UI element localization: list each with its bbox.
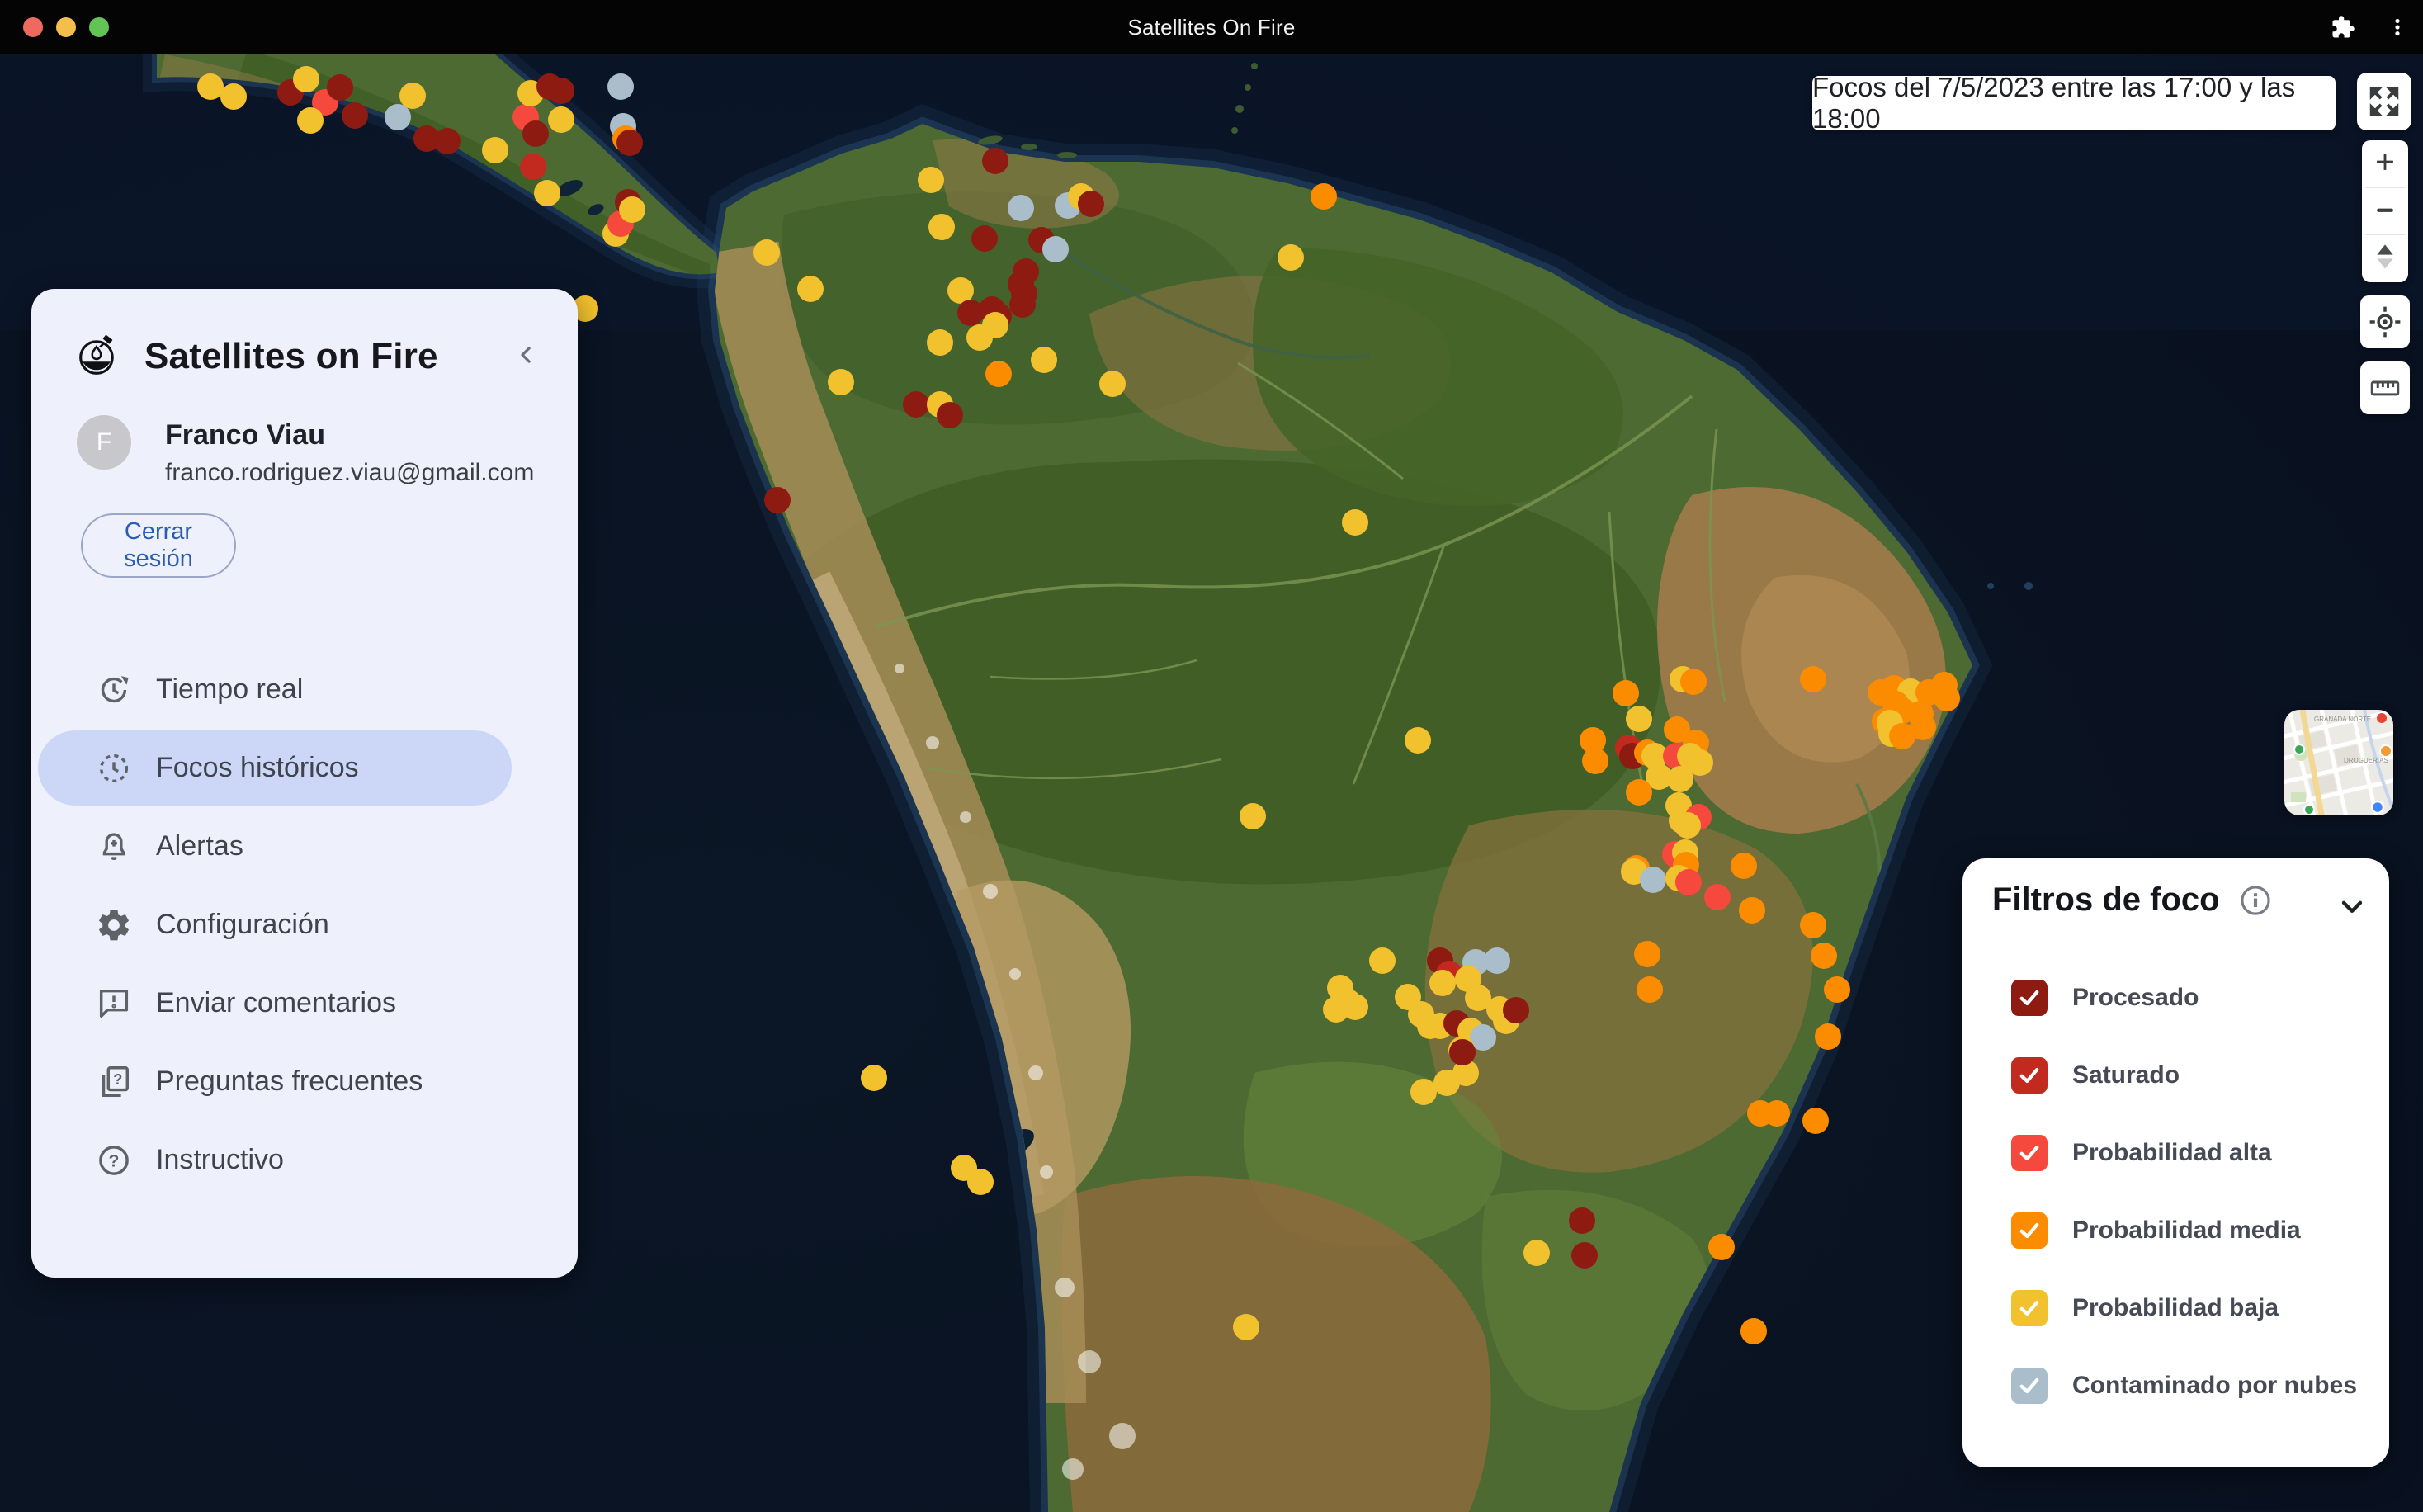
sidebar-item-preguntas-frecuentes[interactable]: ? Preguntas frecuentes <box>31 1042 578 1121</box>
filter-checkbox[interactable] <box>2011 1057 2048 1094</box>
fullscreen-icon <box>2365 83 2403 120</box>
filter-row-probabilidad-alta: Probabilidad alta <box>1962 1114 2389 1192</box>
my-location-icon <box>2368 305 2402 339</box>
filter-label: Procesado <box>2072 984 2199 1012</box>
realtime-clock-icon <box>95 671 133 709</box>
filter-checkbox[interactable] <box>2011 1212 2048 1249</box>
sidebar-item-configuraci-n[interactable]: Configuración <box>31 886 578 964</box>
filter-checkbox[interactable] <box>2011 1135 2048 1171</box>
filter-checkbox[interactable] <box>2011 980 2048 1016</box>
measure-distance-button[interactable] <box>2360 361 2410 414</box>
filter-row-probabilidad-media: Probabilidad media <box>1962 1192 2389 1269</box>
filter-label: Saturado <box>2072 1061 2180 1089</box>
zoom-out-button[interactable] <box>2362 188 2408 235</box>
sidebar-panel: Satellites on Fire F Franco Viau franco.… <box>31 289 578 1278</box>
history-clock-icon <box>95 749 133 787</box>
user-name: Franco Viau <box>165 419 325 451</box>
date-range-label: Focos del 7/5/2023 entre las 17:00 y las… <box>1812 76 2336 130</box>
sidebar-item-label: Alertas <box>156 830 243 862</box>
filter-checkbox[interactable] <box>2011 1368 2048 1404</box>
filters-title: Filtros de foco <box>1992 881 2220 919</box>
minus-icon <box>2371 196 2399 228</box>
filter-label: Probabilidad baja <box>2072 1294 2279 1322</box>
collapse-sidebar-button[interactable] <box>512 340 541 370</box>
sidebar-item-enviar-comentarios[interactable]: Enviar comentarios <box>31 964 578 1042</box>
info-icon[interactable] <box>2238 883 2273 918</box>
sidebar-item-label: Tiempo real <box>156 673 303 706</box>
my-location-button[interactable] <box>2360 295 2410 348</box>
window-titlebar: Satellites On Fire <box>0 0 2423 54</box>
fullscreen-button[interactable] <box>2357 73 2411 130</box>
filters-list: Procesado Saturado Probabilidad alta Probab… <box>1962 959 2389 1425</box>
sidebar-item-focos-hist-ricos[interactable]: Focos históricos <box>31 729 578 807</box>
gear-icon <box>95 906 133 944</box>
filter-label: Probabilidad media <box>2072 1217 2301 1245</box>
sidebar-item-label: Configuración <box>156 909 329 941</box>
help-circle-icon: ? <box>95 1141 133 1179</box>
filter-row-probabilidad-baja: Probabilidad baja <box>1962 1269 2389 1347</box>
hotspot-filters-panel: Filtros de foco Procesado Saturado Probabi… <box>1962 858 2389 1467</box>
chevron-down-icon[interactable] <box>2336 890 2369 923</box>
filter-label: Contaminado por nubes <box>2072 1372 2357 1400</box>
app-logo-icon <box>77 335 118 376</box>
sidebar-item-instructivo[interactable]: ? Instructivo <box>31 1121 578 1199</box>
faq-quiz-icon: ? <box>95 1063 133 1101</box>
app-window: Satellites On Fire Focos del 7/5/2023 en… <box>0 0 2423 1512</box>
user-avatar: F <box>77 415 131 470</box>
minimap-label-2: DROGUERIAS <box>2344 757 2388 764</box>
tilt-arrows-icon <box>2373 243 2397 275</box>
alert-bell-icon <box>95 828 133 866</box>
signout-button[interactable]: Cerrar sesión <box>81 513 236 578</box>
sidebar-item-label: Enviar comentarios <box>156 987 396 1019</box>
zoom-control-group <box>2362 140 2408 282</box>
window-title: Satellites On Fire <box>0 15 2423 40</box>
tilt-control[interactable] <box>2362 235 2408 282</box>
zoom-in-button[interactable] <box>2362 140 2408 187</box>
svg-text:?: ? <box>113 1071 122 1088</box>
user-email: franco.rodriguez.viau@gmail.com <box>165 459 534 487</box>
sidebar-item-label: Focos históricos <box>156 752 359 784</box>
kebab-menu-icon[interactable] <box>2387 17 2408 38</box>
sidebar-item-alertas[interactable]: Alertas <box>31 807 578 886</box>
svg-text:?: ? <box>109 1151 120 1170</box>
filter-row-procesado: Procesado <box>1962 959 2389 1037</box>
feedback-bubble-icon <box>95 985 133 1023</box>
sidebar-menu: Tiempo real Focos históricos Alertas Config… <box>31 650 578 1199</box>
ruler-icon <box>2368 371 2402 405</box>
plus-icon <box>2371 148 2399 180</box>
filter-checkbox[interactable] <box>2011 1290 2048 1326</box>
minimap-label-1: GRANADA NORTE <box>2314 716 2371 723</box>
sidebar-item-label: Preguntas frecuentes <box>156 1065 423 1098</box>
sidebar-item-label: Instructivo <box>156 1144 284 1176</box>
extensions-puzzle-icon[interactable] <box>2331 15 2355 40</box>
sidebar-item-tiempo-real[interactable]: Tiempo real <box>31 650 578 729</box>
filter-row-saturado: Saturado <box>1962 1037 2389 1114</box>
filter-label: Probabilidad alta <box>2072 1139 2272 1167</box>
minimap-thumbnail[interactable]: GRANADA NORTE DROGUERIAS <box>2284 710 2393 815</box>
filter-row-contaminado-por-nubes: Contaminado por nubes <box>1962 1347 2389 1425</box>
sidebar-app-title: Satellites on Fire <box>144 336 438 377</box>
